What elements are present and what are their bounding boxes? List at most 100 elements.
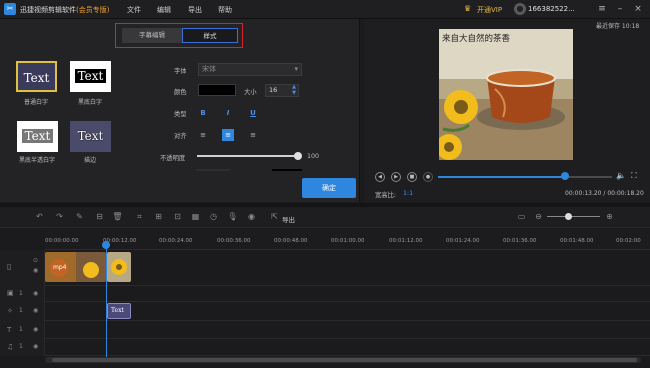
menu-help[interactable]: 帮助 — [218, 5, 232, 15]
color-picker[interactable] — [198, 84, 236, 96]
user-account[interactable]: 166382522... — [528, 5, 575, 13]
redo-icon[interactable]: ↷ — [53, 210, 66, 223]
stepper-arrows-icon[interactable]: ▲ ▼ — [292, 84, 296, 96]
zoom-in-icon[interactable]: ⊕ — [603, 210, 616, 223]
align-center-icon[interactable]: ≡ — [222, 129, 234, 141]
hidden-row-divider — [196, 169, 230, 171]
underline-button[interactable]: U — [248, 108, 258, 118]
prev-frame-icon[interactable]: ◀ — [375, 172, 385, 182]
size-stepper[interactable]: 16 ▲ ▼ — [265, 84, 299, 97]
minimize-icon[interactable]: – — [614, 3, 626, 15]
ok-button[interactable]: 确定 — [302, 178, 356, 198]
ruler-tick: 00:01:36.00 — [503, 238, 537, 244]
close-icon[interactable]: × — [632, 3, 644, 15]
tea-cup-image — [439, 29, 573, 160]
track-text[interactable] — [0, 302, 650, 321]
eye-icon[interactable]: ◉ — [33, 307, 38, 314]
video-clip[interactable]: mp4 — [45, 252, 106, 282]
mosaic-icon[interactable]: ▦ — [189, 210, 202, 223]
preset-plain-white[interactable]: Text — [16, 61, 57, 92]
tab-style[interactable]: 样式 — [182, 28, 238, 43]
menu-icon[interactable]: ≡ — [596, 3, 608, 15]
track-music[interactable] — [0, 339, 650, 356]
edit-icon[interactable]: ✎ — [73, 210, 86, 223]
delete-icon[interactable]: 🗑 — [111, 210, 124, 223]
filter-track-icon: ✧ — [7, 307, 13, 315]
bold-button[interactable]: B — [198, 108, 208, 118]
volume-icon[interactable]: 🔈 — [616, 171, 626, 180]
clip-filename: mp4 — [53, 264, 67, 271]
track-header: ▯ ⊙ ◉ — [0, 250, 45, 286]
undo-icon[interactable]: ↶ — [33, 210, 46, 223]
track-audio[interactable] — [0, 286, 650, 302]
track-number: 1 — [19, 290, 23, 297]
font-label: 字体 — [174, 68, 187, 75]
menu-file[interactable]: 文件 — [127, 5, 141, 15]
volume-track-icon[interactable]: ◉ — [33, 343, 38, 350]
playback-progress-remaining[interactable] — [566, 176, 612, 178]
playhead-handle[interactable] — [102, 241, 110, 249]
edition-label: (会员专版) — [76, 6, 110, 14]
zoom-slider-knob[interactable] — [565, 213, 572, 220]
align-left-icon[interactable]: ≡ — [198, 130, 208, 140]
preset-black-translucent[interactable]: Text — [17, 121, 58, 152]
track-header: ▣ 1 ◉ — [0, 286, 45, 302]
track-header: ♫ 1 ◉ — [0, 339, 45, 356]
open-vip-button[interactable]: 开通VIP — [477, 5, 502, 15]
zoom-slider[interactable] — [547, 216, 600, 217]
opacity-slider-knob[interactable] — [294, 152, 302, 160]
zoom-icon[interactable]: ⊞ — [152, 210, 165, 223]
export-label[interactable]: 导出 — [282, 214, 295, 224]
record-icon[interactable]: ● — [423, 172, 433, 182]
type-label: 类型 — [174, 111, 187, 118]
scrollbar-thumb[interactable] — [52, 358, 637, 362]
eye-icon[interactable]: ◉ — [33, 290, 38, 297]
menu-edit[interactable]: 编辑 — [157, 5, 171, 15]
subtitle-clip[interactable]: Text — [107, 303, 131, 319]
stop-icon[interactable]: ■ — [407, 172, 417, 182]
opacity-slider[interactable] — [197, 155, 299, 157]
track-number: 1 — [19, 326, 23, 333]
avatar[interactable]: ● — [514, 3, 526, 15]
zoom-out-icon[interactable]: ⊖ — [532, 210, 545, 223]
music-track-icon: ♫ — [7, 343, 14, 351]
ruler-tick: 00:00:00.00 — [45, 238, 79, 244]
size-label: 大小 — [244, 89, 257, 96]
playback-progress[interactable] — [438, 176, 566, 178]
microphone-icon[interactable]: 🎙 — [226, 210, 239, 223]
ruler-tick: 00:01:12.00 — [389, 238, 423, 244]
italic-button[interactable]: I — [223, 108, 233, 118]
hidden-row-swatch — [272, 169, 302, 171]
eye-icon[interactable]: ◉ — [33, 267, 38, 274]
split-icon[interactable]: ⊟ — [93, 210, 106, 223]
aspect-ratio-select[interactable]: 1:1 — [403, 190, 413, 197]
aspect-label: 宽高比: — [375, 192, 397, 199]
image-clip[interactable] — [107, 252, 131, 282]
freeze-icon[interactable]: ⊡ — [171, 210, 184, 223]
preset-outline[interactable]: Text — [70, 121, 111, 152]
crop-icon[interactable]: ⌗ — [133, 210, 146, 223]
playback-knob[interactable] — [561, 172, 569, 180]
duration-icon[interactable]: ◷ — [207, 210, 220, 223]
menu-export[interactable]: 导出 — [188, 5, 202, 15]
font-select[interactable]: 宋体 ▾ — [198, 63, 302, 76]
playhead[interactable] — [106, 241, 107, 361]
eye-icon[interactable]: ◉ — [33, 326, 38, 333]
fit-timeline-icon[interactable]: ▭ — [515, 210, 528, 223]
fullscreen-icon[interactable]: ⛶ — [631, 171, 637, 181]
video-track-icon: ▯ — [7, 262, 12, 271]
preset-black-bg-white[interactable]: Text — [70, 61, 111, 92]
vip-crown-icon: ♛ — [464, 4, 472, 13]
export-icon[interactable]: ⇱ — [268, 210, 281, 223]
track-caption[interactable] — [0, 321, 650, 339]
record-screen-icon[interactable]: ◉ — [245, 210, 258, 223]
ruler-tick: 00:01:48.00 — [560, 238, 594, 244]
align-right-icon[interactable]: ≡ — [248, 130, 258, 140]
track-header: ✧ 1 ◉ — [0, 302, 45, 321]
play-icon[interactable]: ▶ — [391, 172, 401, 182]
lock-icon[interactable]: ⊙ — [33, 257, 38, 264]
tab-subtitle-edit[interactable]: 字幕编辑 — [122, 28, 182, 43]
image-track-icon: ▣ — [7, 289, 14, 297]
color-label: 颜色 — [174, 89, 187, 96]
ruler-tick: 00:02:00 — [616, 238, 641, 244]
